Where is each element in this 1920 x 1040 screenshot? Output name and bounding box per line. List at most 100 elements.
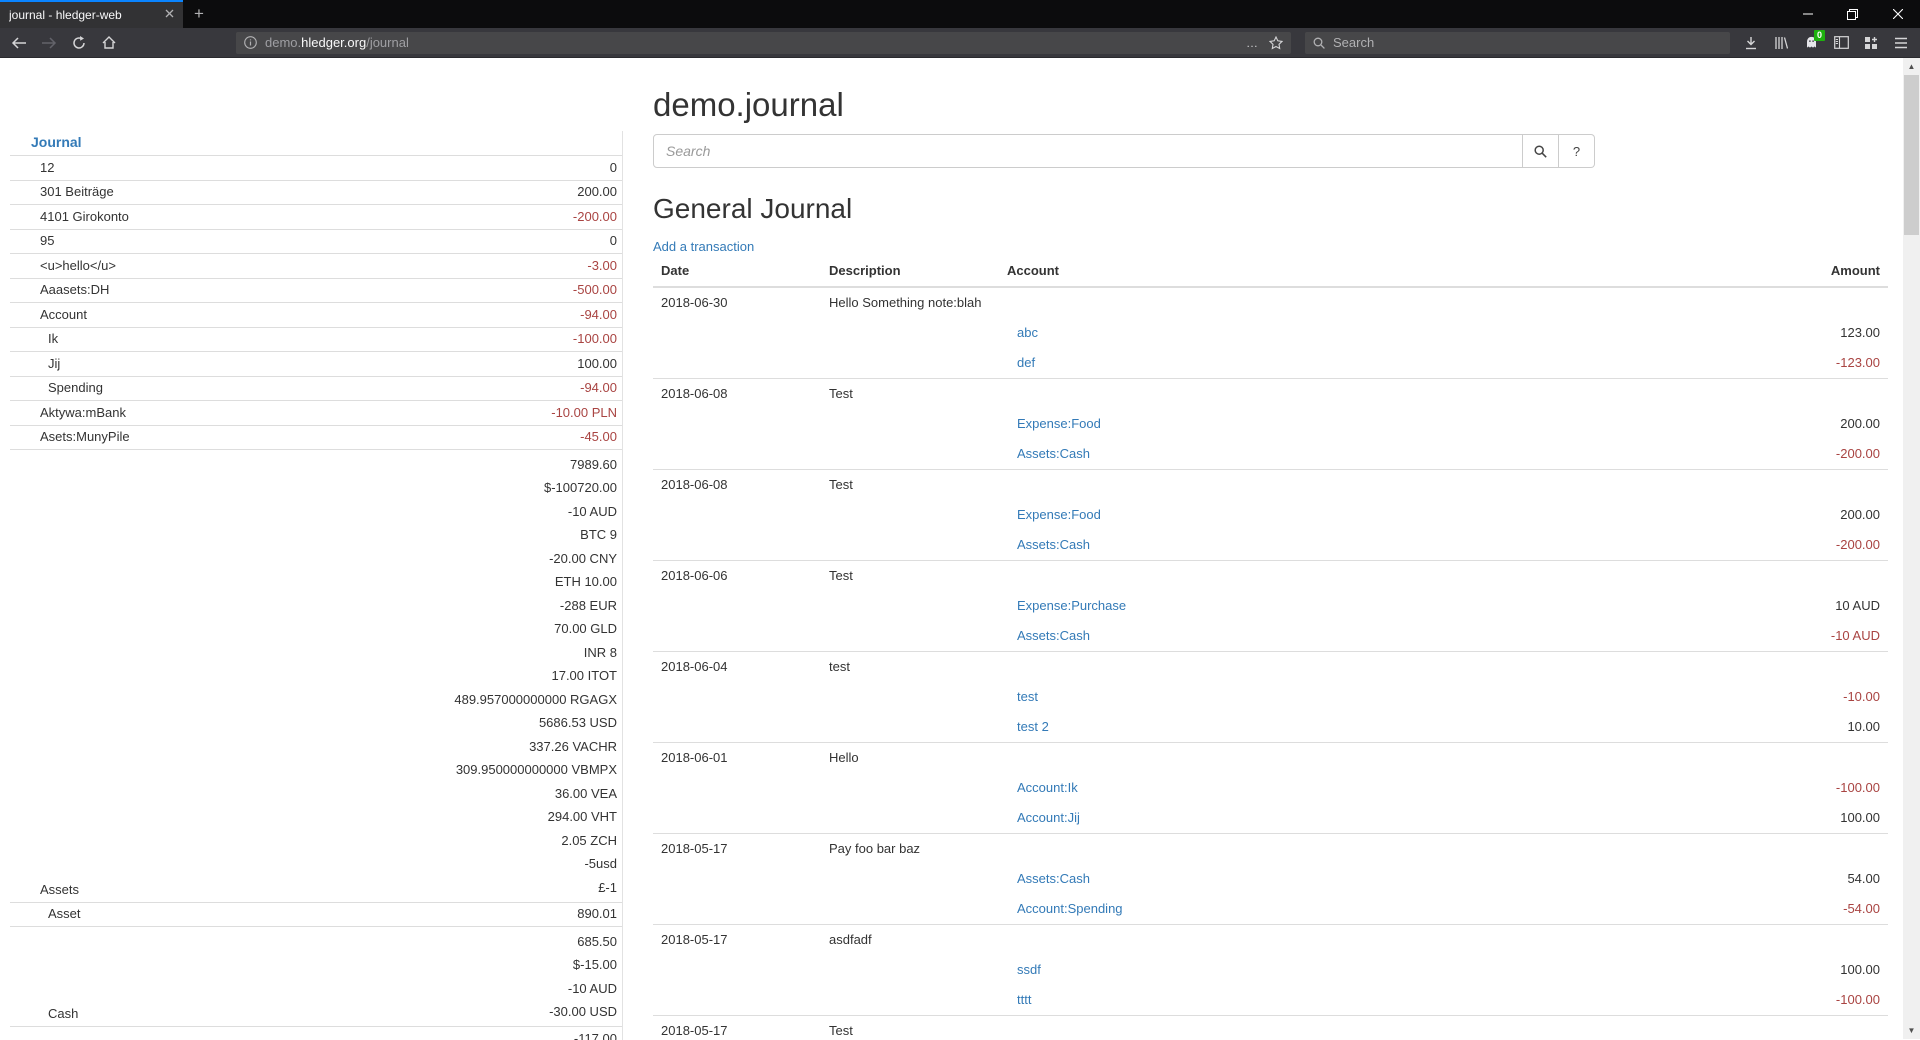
bookmark-star-icon[interactable]: [1265, 36, 1283, 50]
extension-badge: 0: [1814, 30, 1825, 41]
posting-account-link[interactable]: ssdf: [1017, 962, 1041, 977]
balance-amount: -3.00: [587, 257, 617, 276]
extensions-grid-icon[interactable]: [1856, 30, 1886, 56]
sidebar-account-link[interactable]: Asset: [10, 905, 81, 924]
posting-account-link[interactable]: def: [1017, 355, 1035, 370]
posting-account-link[interactable]: test: [1017, 689, 1038, 704]
transaction-description: test: [821, 652, 999, 682]
reload-button[interactable]: [64, 30, 94, 56]
sidebar-account-link[interactable]: 12: [10, 159, 54, 178]
posting-account-link[interactable]: Expense:Food: [1017, 416, 1101, 431]
scrollbar-down-icon[interactable]: ▼: [1903, 1022, 1920, 1039]
scrollbar-thumb[interactable]: [1904, 75, 1919, 235]
posting-amount: -54.00: [1708, 894, 1888, 924]
transaction-header-row[interactable]: 2018-06-08Test: [653, 379, 1888, 409]
transaction-header-row[interactable]: 2018-06-06Test: [653, 561, 1888, 591]
journal-heading: General Journal: [653, 193, 1920, 225]
home-button[interactable]: [94, 30, 124, 56]
balance-amount: 36.00 VEA: [454, 782, 617, 806]
site-info-icon[interactable]: [244, 36, 257, 49]
transaction-description: Test: [821, 470, 999, 500]
posting-account-link[interactable]: Assets:Cash: [1017, 628, 1090, 643]
posting-spacer: [653, 500, 821, 530]
balance-amount: -200.00: [573, 208, 617, 227]
posting-spacer: [821, 621, 999, 651]
window-restore-button[interactable]: [1830, 0, 1875, 28]
sidebar-account-link[interactable]: Ik: [10, 330, 58, 349]
sidebar-account-link[interactable]: 95: [10, 232, 54, 251]
url-bar[interactable]: demo.hledger.org/journal …: [236, 32, 1291, 54]
sidebar-account-link[interactable]: Cash: [10, 1005, 78, 1024]
posting-account-link[interactable]: tttt: [1017, 992, 1031, 1007]
transaction-header-row[interactable]: 2018-05-17asdfadf: [653, 925, 1888, 955]
posting-account: Account:Spending: [999, 894, 1708, 924]
transaction-header-row[interactable]: 2018-06-08Test: [653, 470, 1888, 500]
search-help-button[interactable]: ?: [1559, 134, 1595, 168]
sidebar-account-row: Aktywa:mBank-10.00 PLN: [10, 401, 622, 426]
posting-account: Assets:Cash: [999, 864, 1708, 894]
sidebar-account-link[interactable]: 4101 Girokonto: [10, 208, 129, 227]
sidebar-account-row: Jij100.00: [10, 352, 622, 377]
transaction-date: 2018-06-04: [653, 652, 821, 682]
posting-account-link[interactable]: Expense:Purchase: [1017, 598, 1126, 613]
posting-account-link[interactable]: Assets:Cash: [1017, 537, 1090, 552]
page-actions-icon[interactable]: …: [1240, 36, 1265, 50]
search-submit-button[interactable]: [1523, 134, 1559, 168]
scrollbar-up-icon[interactable]: ▲: [1903, 58, 1920, 75]
posting-account-link[interactable]: test 2: [1017, 719, 1049, 734]
posting-account-link[interactable]: Assets:Cash: [1017, 871, 1090, 886]
download-icon[interactable]: [1736, 30, 1766, 56]
page-scrollbar[interactable]: ▲ ▼: [1903, 58, 1920, 1039]
transaction-spacer: [999, 288, 1708, 318]
posting-account-link[interactable]: Assets:Cash: [1017, 446, 1090, 461]
posting-row: abc123.00: [653, 318, 1888, 348]
transaction-header-row[interactable]: 2018-06-04test: [653, 652, 1888, 682]
sidebar-account-link[interactable]: Spending: [10, 379, 103, 398]
journal-search-form: ?: [653, 134, 1595, 168]
library-icon[interactable]: [1766, 30, 1796, 56]
sidebar-account-link[interactable]: Aktywa:mBank: [10, 404, 126, 423]
sidebar-account-link[interactable]: Assets: [10, 881, 79, 900]
journal-table-body: 2018-06-30Hello Something note:blahabc12…: [653, 288, 1888, 1040]
browser-tab[interactable]: journal - hledger-web: [0, 0, 183, 28]
journal-search-input[interactable]: [653, 134, 1523, 168]
posting-row: Account:Jij100.00: [653, 803, 1888, 833]
transaction-date: 2018-06-01: [653, 743, 821, 773]
transaction-header-row[interactable]: 2018-06-30Hello Something note:blah: [653, 288, 1888, 318]
transaction-header-row[interactable]: 2018-05-17Test: [653, 1016, 1888, 1040]
sidebar-account-link[interactable]: Aaasets:DH: [10, 281, 109, 300]
posting-account-link[interactable]: abc: [1017, 325, 1038, 340]
posting-spacer: [821, 864, 999, 894]
tab-close-icon[interactable]: [159, 9, 174, 21]
sidebar-account-link[interactable]: Asets:MunyPile: [10, 428, 130, 447]
sidebar-account-link[interactable]: 301 Beiträge: [10, 183, 114, 202]
posting-account-link[interactable]: Account:Ik: [1017, 780, 1078, 795]
url-text: demo.hledger.org/journal: [265, 35, 409, 50]
transaction-row: 2018-06-30Hello Something note:blahabc12…: [653, 288, 1888, 378]
posting-account-link[interactable]: Expense:Food: [1017, 507, 1101, 522]
transaction-spacer: [1708, 834, 1888, 864]
posting-account: Account:Jij: [999, 803, 1708, 833]
posting-spacer: [821, 530, 999, 560]
forward-button[interactable]: [34, 30, 64, 56]
window-close-button[interactable]: [1875, 0, 1920, 28]
add-transaction-link[interactable]: Add a transaction: [653, 238, 754, 256]
transaction-header-row[interactable]: 2018-06-01Hello: [653, 743, 1888, 773]
transaction-header-row[interactable]: 2018-05-17Pay foo bar baz: [653, 834, 1888, 864]
sidebar-account-link[interactable]: Account: [10, 306, 87, 325]
window-minimize-button[interactable]: [1785, 0, 1830, 28]
sidebar-account-link[interactable]: <u>hello</u>: [10, 257, 116, 276]
sidebar-account-row: Account-94.00: [10, 303, 622, 328]
menu-hamburger-icon[interactable]: [1886, 30, 1916, 56]
posting-account-link[interactable]: Account:Spending: [1017, 901, 1123, 916]
new-tab-button[interactable]: +: [183, 0, 215, 28]
sidebar-journal-link[interactable]: Journal: [31, 134, 82, 150]
transaction-spacer: [999, 925, 1708, 955]
sidebar-account-link[interactable]: Jij: [10, 355, 60, 374]
posting-account-link[interactable]: Account:Jij: [1017, 810, 1080, 825]
ghostery-extension-icon[interactable]: 0: [1796, 30, 1826, 56]
sidebars-icon[interactable]: [1826, 30, 1856, 56]
browser-search-input[interactable]: Search: [1305, 32, 1730, 54]
posting-row: tttt-100.00: [653, 985, 1888, 1015]
back-button[interactable]: [4, 30, 34, 56]
